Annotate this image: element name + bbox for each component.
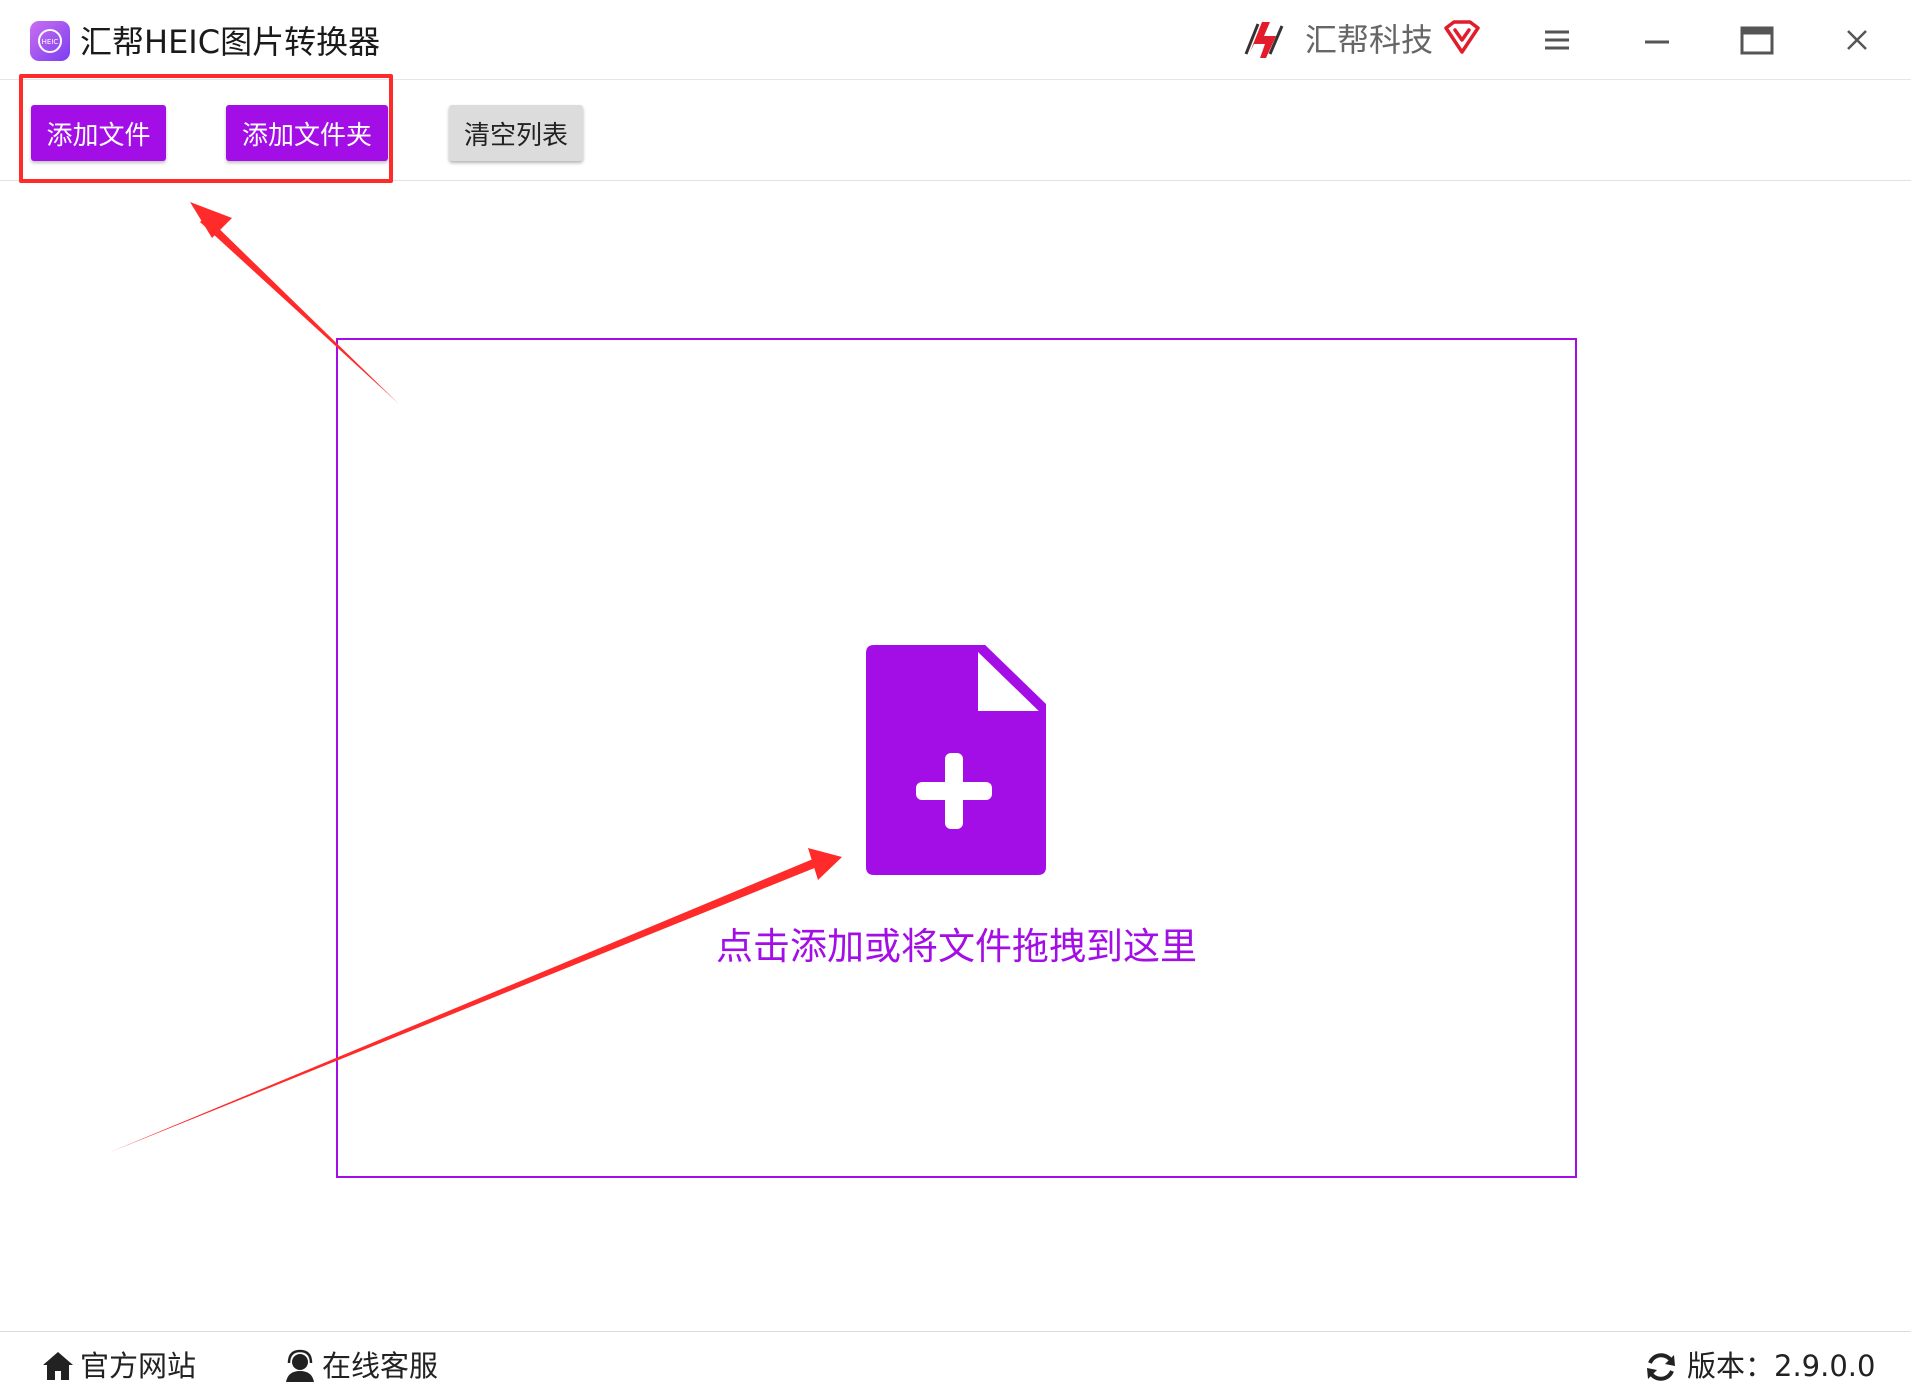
- home-icon: [43, 1352, 73, 1380]
- online-support-link[interactable]: 在线客服: [282, 1346, 452, 1386]
- svg-text:HEIC: HEIC: [42, 38, 59, 46]
- brand-logo-icon: [1240, 14, 1290, 64]
- add-folder-button[interactable]: 添加文件夹: [226, 105, 388, 161]
- file-drop-zone[interactable]: 点击添加或将文件拖拽到这里: [336, 338, 1577, 1178]
- brand-name: 汇帮科技: [1305, 21, 1434, 59]
- refresh-icon: [1647, 1353, 1675, 1381]
- status-bar: 官方网站 在线客服 版本：2.9.0.0: [0, 1331, 1911, 1399]
- toolbar: 添加文件 添加文件夹 清空列表: [0, 80, 1911, 181]
- version-label: 版本：2.9.0.0: [1687, 1349, 1876, 1383]
- app-window: HEIC 汇帮HEIC图片转换器 汇帮科技 添加文件 添加文件夹 清空列表 点击…: [0, 0, 1911, 1399]
- menu-icon[interactable]: [1535, 18, 1579, 62]
- minimize-icon[interactable]: [1635, 18, 1679, 62]
- title-bar: HEIC 汇帮HEIC图片转换器 汇帮科技: [0, 0, 1911, 80]
- drop-hint-text[interactable]: 点击添加或将文件拖拽到这里: [338, 922, 1575, 972]
- official-website-link[interactable]: 官方网站: [40, 1346, 210, 1386]
- online-support-label: 在线客服: [322, 1349, 439, 1383]
- close-icon[interactable]: [1835, 18, 1879, 62]
- add-file-button[interactable]: 添加文件: [31, 105, 166, 161]
- customer-service-icon: [286, 1349, 314, 1382]
- maximize-icon[interactable]: [1735, 18, 1779, 62]
- app-logo-icon: HEIC: [30, 21, 70, 61]
- version-info[interactable]: 版本：2.9.0.0: [1643, 1346, 1875, 1386]
- app-title: 汇帮HEIC图片转换器: [80, 23, 381, 61]
- vip-diamond-icon[interactable]: [1442, 18, 1482, 58]
- annotation-arrowhead-toolbar: [190, 202, 232, 238]
- clear-list-button[interactable]: 清空列表: [449, 105, 583, 161]
- official-website-label: 官方网站: [80, 1349, 197, 1383]
- file-add-icon[interactable]: [866, 641, 1050, 875]
